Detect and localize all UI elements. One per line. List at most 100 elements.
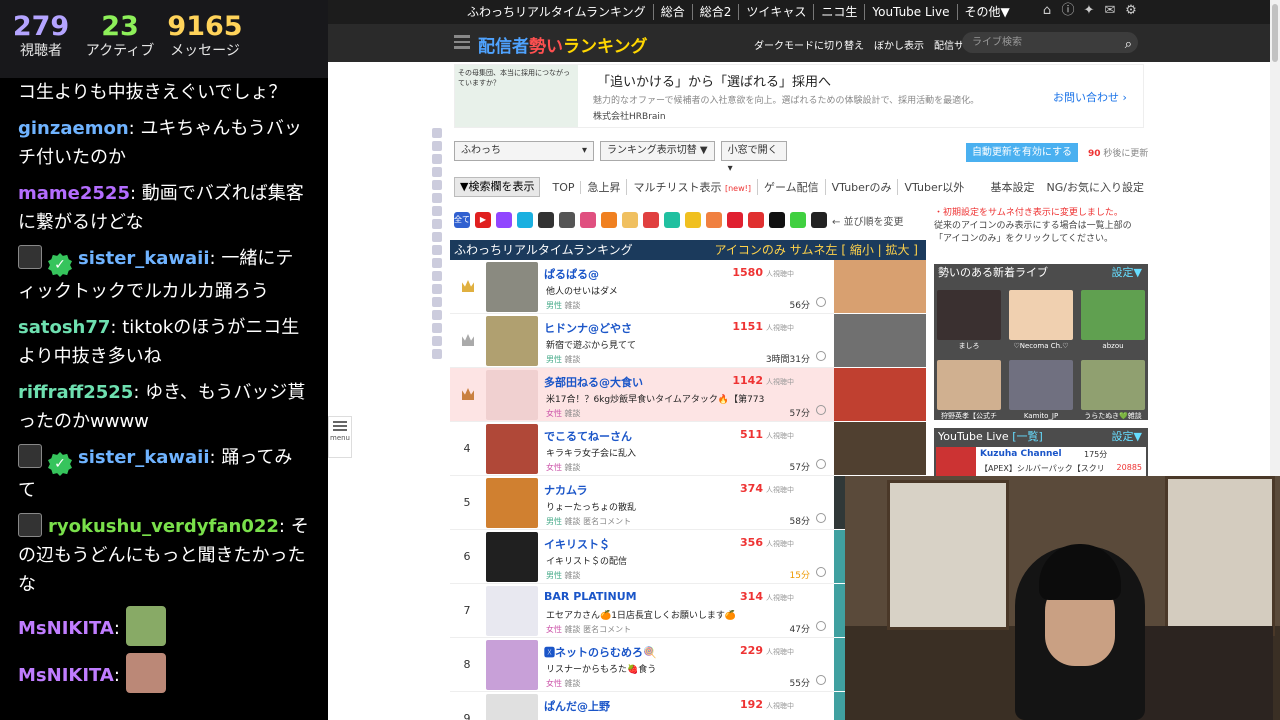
side-icon[interactable] [432,154,442,164]
stream-tag[interactable]: 女性 [546,679,562,688]
topnav-item[interactable]: YouTube Live [865,4,958,20]
gear-icon[interactable]: ⚙ [1124,3,1138,19]
ranking-row[interactable]: 7 BAR PLATINUM エセアカさん🍊1日店長宜しくお願いします🍊 女性 雑談 … [450,584,834,638]
youtube-list-link[interactable]: [一覧] [1012,430,1043,443]
twitch-icon[interactable] [496,212,512,228]
stream-tag[interactable]: 男性 [546,571,562,580]
ad-cta-link[interactable]: お問い合わせ › [1053,89,1127,105]
side-icon[interactable] [432,310,442,320]
ranking-row[interactable]: 多部田ねる@大食い 米17合！？6kg炒飯早食いタイムアタック🔥【第773 女性 雑… [450,368,834,422]
view-toggle-button[interactable]: ランキング表示切替 ▼ [600,141,715,161]
side-icon[interactable] [432,271,442,281]
tab-non-vtuber[interactable]: VTuber以外 [898,179,970,195]
topnav-item[interactable]: その他▼ [958,4,1017,20]
streamer-name[interactable]: でこるてねーさん [544,428,632,444]
filter-all-button[interactable]: 全て [454,212,470,228]
stream-tag[interactable]: 女性 [546,463,562,472]
stream-tag[interactable]: 男性 [546,301,562,310]
avatar[interactable] [486,262,538,312]
basic-settings-link[interactable]: 基本設定 [991,179,1035,195]
avatar[interactable] [486,370,538,420]
dark-mode-link[interactable]: ダークモードに切り替え [754,37,864,52]
more-options-icon[interactable] [816,513,826,523]
topnav-item[interactable]: 総合2 [693,4,740,20]
more-options-icon[interactable] [816,405,826,415]
new-live-item[interactable]: abzou [1081,290,1145,352]
kick-icon[interactable] [790,212,806,228]
tab-multilist[interactable]: マルチリスト表示 [new!] [627,179,758,195]
tab-top[interactable]: TOP [546,180,582,194]
toggle-search-button[interactable]: ▼検索欄を表示 [454,177,541,197]
site-icon[interactable] [706,212,722,228]
streamer-name[interactable]: ぱるぱる@ [544,266,599,282]
site-icon[interactable] [685,212,701,228]
more-options-icon[interactable] [816,459,826,469]
chat-username[interactable]: MsNIKITA [18,618,114,639]
stream-tag[interactable]: 雑談 [565,409,581,418]
streamer-name[interactable]: 多部田ねる@大食い [544,374,643,390]
new-live-thumbnail[interactable] [1009,360,1073,410]
new-live-item[interactable]: Kamito_JP [1009,360,1073,422]
blur-link[interactable]: ぼかし表示 [874,37,924,52]
stream-tag[interactable]: 女性 [546,625,562,634]
side-icon[interactable] [432,336,442,346]
stream-tag[interactable]: 雑談 [565,625,581,634]
new-live-thumbnail[interactable] [1009,290,1073,340]
tab-rising[interactable]: 急上昇 [581,179,628,195]
new-live-item[interactable]: 狩野英孝【公式チ [937,360,1001,422]
chat-username[interactable]: riffraff2525 [18,382,133,403]
stream-tag[interactable]: 男性 [546,517,562,526]
side-icon[interactable] [432,206,442,216]
info-icon[interactable]: ⓘ [1061,3,1075,19]
stream-tag[interactable]: 雑談 [565,355,581,364]
scrollbar-thumb[interactable] [1272,4,1278,62]
twitter-icon[interactable]: ✦ [1082,3,1096,19]
stream-thumbnail[interactable] [834,260,926,314]
ranking-row[interactable]: 5 ナカムラ りょーたっちょの散乱 男性 雑談 匿名コメント 374 人視聴中 58分 [450,476,834,530]
youtube-icon[interactable]: ▶ [475,212,491,228]
site-icon[interactable] [811,212,827,228]
avatar[interactable] [486,586,538,636]
new-lives-settings[interactable]: 設定▼ [1112,264,1142,281]
stream-tag[interactable]: 雑談 [565,517,581,526]
side-icon[interactable] [432,232,442,242]
avatar[interactable] [486,694,538,720]
new-live-thumbnail[interactable] [1081,360,1145,410]
side-icon[interactable] [432,141,442,151]
ad-image[interactable]: その母集団、本当に採用につながっていますか？ [455,65,578,127]
avatar[interactable] [486,532,538,582]
chat-username[interactable]: satosh77 [18,317,110,338]
avatar[interactable] [486,316,538,366]
sort-order-link[interactable]: ← 並び順を変更 [832,213,904,228]
ranking-row[interactable]: 4 でこるてねーさん キラキラ女子会に乱入 女性 雑談 511 人視聴中 57分 [450,422,834,476]
ranking-row[interactable]: 8 🆇ネットのらむめろ🍭 リスナーからもろた🍓食う 女性 雑談 229 人視聴中 55分 [450,638,834,692]
stream-tag[interactable]: 雑談 [565,301,581,310]
stream-tag[interactable]: 雑談 [565,571,581,580]
stream-thumbnail[interactable] [834,422,926,476]
topnav-item[interactable]: ツイキャス [739,4,815,20]
site-icon[interactable] [664,212,680,228]
youtube-channel-name[interactable]: Kuzuha Channel [980,449,1062,459]
side-icon[interactable] [432,128,442,138]
tab-vtuber-only[interactable]: VTuberのみ [826,179,899,195]
new-live-thumbnail[interactable] [1081,290,1145,340]
topnav-item[interactable]: ニコ生 [814,4,866,20]
topnav-item[interactable]: 総合 [654,4,693,20]
stream-tag[interactable]: 男性 [546,355,562,364]
chat-username[interactable]: ryokushu_verdyfan022 [48,516,279,537]
streamer-name[interactable]: BAR PLATINUM [544,590,637,603]
stream-tag[interactable]: 女性 [546,409,562,418]
window-select[interactable]: 小窓で開く ▾ [720,141,787,174]
streamer-name[interactable]: ナカムラ [544,482,587,498]
ad-banner[interactable]: その母集団、本当に採用につながっていますか？ 「追いかける」から「選ばれる」採用… [454,64,1144,128]
auto-refresh-button[interactable]: 自動更新を有効にする [966,143,1078,162]
avatar[interactable] [486,424,538,474]
avatar[interactable] [486,640,538,690]
side-icon[interactable] [432,219,442,229]
twitcasting-icon[interactable] [517,212,533,228]
mail-icon[interactable]: ✉ [1103,3,1117,19]
new-live-thumbnail[interactable] [937,290,1001,340]
tiktok-icon[interactable] [769,212,785,228]
site-select[interactable]: ふわっち ▾ [454,141,594,161]
stream-thumbnail[interactable] [834,314,926,368]
